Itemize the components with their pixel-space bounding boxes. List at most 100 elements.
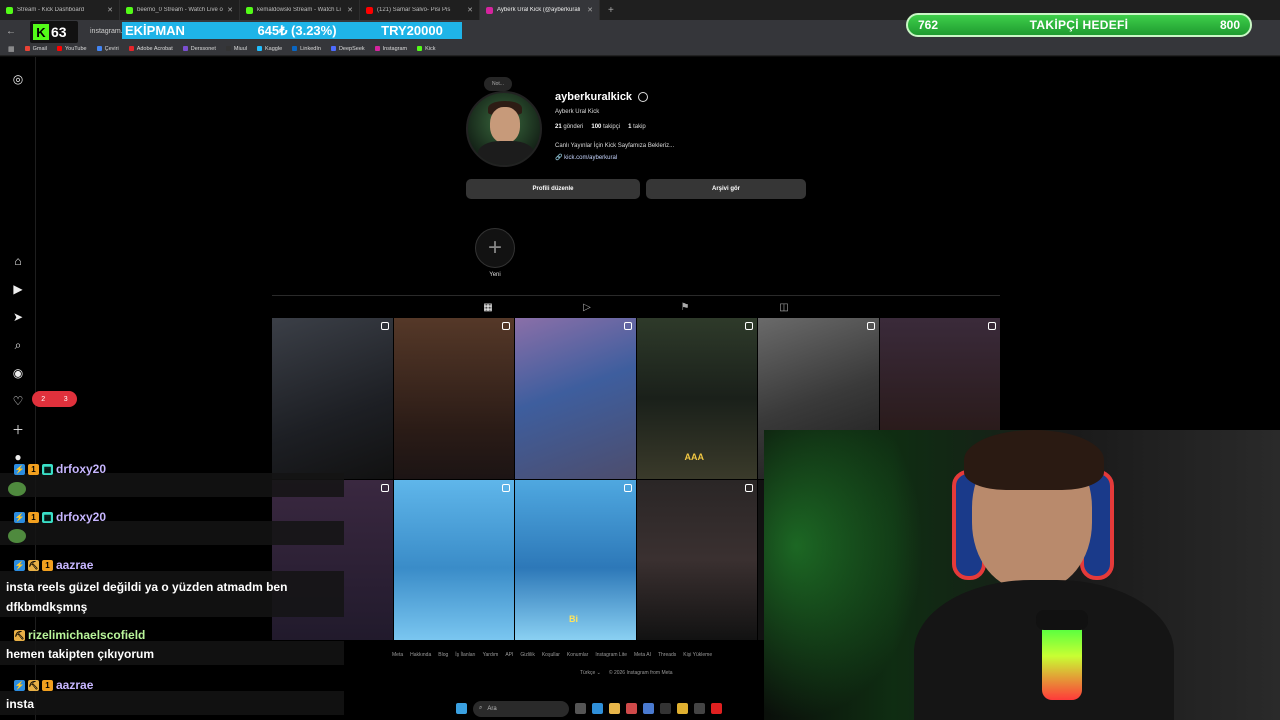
new-highlight[interactable]: + Yeni — [475, 228, 515, 278]
bookmark[interactable]: Kick — [417, 45, 436, 52]
footer-link[interactable]: Meta AI — [634, 652, 651, 658]
post-thumbnail[interactable] — [515, 318, 636, 479]
edit-profile-button[interactable]: Profili düzenle — [466, 179, 640, 199]
footer-link[interactable]: İş İlanları — [455, 652, 475, 658]
chrome-icon[interactable] — [677, 703, 688, 714]
tagged-tab-icon[interactable]: ◫ — [777, 300, 791, 314]
close-icon[interactable]: ✕ — [107, 6, 113, 14]
instagram-icon — [374, 46, 380, 51]
youtube-app-icon[interactable] — [711, 703, 722, 714]
settings-gear-icon[interactable] — [638, 92, 649, 102]
instagram-logo-icon[interactable]: ◎ — [10, 71, 26, 87]
followers-label: takipçi — [603, 124, 621, 130]
browser-tab[interactable]: (121) Samar Salvo- Pisi Pis ✕ — [360, 0, 480, 20]
footer-link[interactable]: Instagram Lite — [595, 652, 627, 658]
bookmark[interactable]: Derssonet — [182, 45, 216, 52]
task-view-icon[interactable] — [575, 703, 586, 714]
bookmark[interactable]: Instagram — [374, 46, 407, 52]
browser-tab[interactable]: kemaldowski Stream - Watch Li ✕ — [240, 0, 360, 20]
bookmark[interactable]: DeepSeek — [330, 46, 365, 52]
browser-tab-active[interactable]: Ayberk Ural Kick (@ayberkurali ✕ — [480, 0, 600, 20]
new-tab-icon[interactable]: + — [600, 5, 622, 16]
taskbar-search[interactable]: ⌕ Ara — [473, 700, 569, 717]
copyright: © 2026 Instagram from Meta — [608, 670, 673, 676]
browser-tab[interactable]: Stream - Kick Dashboard ✕ — [0, 0, 120, 20]
bookmark[interactable]: LinkedIn — [292, 46, 321, 52]
close-icon[interactable]: ✕ — [587, 6, 593, 14]
bookmark[interactable]: Çeviri — [96, 46, 119, 52]
pepe-emote-icon — [8, 529, 26, 543]
followers-stat[interactable]: 100 takipçi — [591, 124, 620, 130]
profile-tabs: ▦ ▷ ⚑ ◫ — [272, 295, 1000, 317]
note-bubble[interactable]: Not... — [484, 77, 512, 91]
posts-grid-tab-icon[interactable]: ▦ — [481, 300, 495, 314]
footer-link[interactable]: Yardım — [483, 652, 499, 658]
bookmark-label: Kaggle — [265, 45, 283, 52]
bookmark-label: Kick — [425, 45, 436, 52]
explore-icon[interactable]: ◉ — [10, 365, 26, 381]
bookmark[interactable]: Kaggle — [257, 46, 282, 52]
browser-tab[interactable]: beemo_0 Stream - Watch Live o ✕ — [120, 0, 240, 20]
bookmark[interactable]: YouTube — [57, 46, 87, 52]
post-thumbnail[interactable] — [393, 318, 514, 479]
edge-icon[interactable] — [592, 703, 603, 714]
store-icon[interactable] — [626, 703, 637, 714]
footer-link[interactable]: Hakkında — [410, 652, 431, 658]
reels-tab-icon[interactable]: ▷ — [580, 300, 594, 314]
search-icon[interactable]: ⌕ — [10, 337, 26, 353]
close-icon[interactable]: ✕ — [227, 6, 233, 14]
link-icon: 🔗 — [555, 155, 563, 161]
footer-link[interactable]: Threads — [658, 652, 676, 658]
back-arrow-icon[interactable]: ← — [6, 26, 20, 37]
pickaxe-badge-icon: ⛏ — [28, 679, 39, 691]
subscriber-badge-icon: 1 — [42, 679, 53, 691]
reel-icon — [380, 322, 389, 330]
mail-icon[interactable] — [643, 703, 654, 714]
post-thumbnail[interactable] — [393, 479, 514, 640]
post-thumbnail[interactable]: AAA — [636, 318, 757, 479]
tab-title: Ayberk Ural Kick (@ayberkurali — [497, 7, 581, 13]
footer-link[interactable]: Kişi Yükleme — [683, 652, 712, 658]
profile-avatar[interactable] — [466, 91, 542, 167]
footer-link[interactable]: Konumlar — [567, 652, 588, 658]
home-icon[interactable]: ⌂ — [10, 253, 26, 269]
like-count: 3 — [63, 395, 68, 403]
subscriber-badge-icon: 1 — [28, 511, 39, 523]
close-icon[interactable]: ✕ — [467, 6, 473, 14]
bookmark[interactable]: Adobe Acrobat — [128, 46, 173, 52]
language-select[interactable]: Türkçe ⌄ — [580, 670, 601, 676]
vip-badge-icon: ⚡ — [14, 511, 25, 523]
bookmark[interactable]: Miuul — [225, 46, 247, 52]
apps-grid-icon[interactable]: ▦ — [8, 45, 15, 53]
saved-tab-icon[interactable]: ⚑ — [678, 300, 692, 314]
messages-icon[interactable]: ➤ — [10, 309, 26, 325]
footer-link[interactable]: Koşullar — [542, 652, 560, 658]
kick-logo-icon: K — [33, 24, 49, 40]
reels-icon[interactable]: ▶ — [10, 281, 26, 297]
following-stat[interactable]: 1 takip — [628, 124, 646, 130]
deepseek-icon — [330, 46, 336, 51]
chat-username: aazrae — [56, 558, 94, 572]
vip-badge-icon: ⚡ — [14, 463, 25, 475]
profile-link[interactable]: 🔗 kick.com/ayberkural — [555, 154, 617, 161]
footer-link[interactable]: API — [505, 652, 513, 658]
chat-username: drfoxy20 — [56, 510, 107, 524]
footer-link[interactable]: Meta — [392, 652, 403, 658]
bookmark[interactable]: Gmail — [24, 46, 47, 52]
footer-link[interactable]: Blog — [438, 652, 448, 658]
bookmark-label: Derssonet — [190, 45, 216, 52]
post-thumbnail[interactable]: Bi — [515, 479, 636, 640]
windows-start-icon[interactable] — [456, 703, 467, 714]
steam-icon[interactable] — [660, 703, 671, 714]
notification-pill[interactable]: 2 3 — [32, 391, 77, 407]
post-thumbnail[interactable] — [636, 479, 757, 640]
create-icon[interactable]: ＋ — [10, 421, 26, 437]
obs-icon[interactable] — [694, 703, 705, 714]
notifications-heart-icon[interactable]: ♡ — [10, 393, 26, 409]
close-icon[interactable]: ✕ — [347, 6, 353, 14]
view-archive-button[interactable]: Arşivi gör — [646, 179, 806, 199]
file-explorer-icon[interactable] — [609, 703, 620, 714]
footer-link[interactable]: Gizlilik — [520, 652, 534, 658]
profile-bio: Canlı Yayınlar İçin Kick Sayfamıza Bekle… — [555, 143, 675, 149]
avatar-body — [478, 141, 534, 165]
